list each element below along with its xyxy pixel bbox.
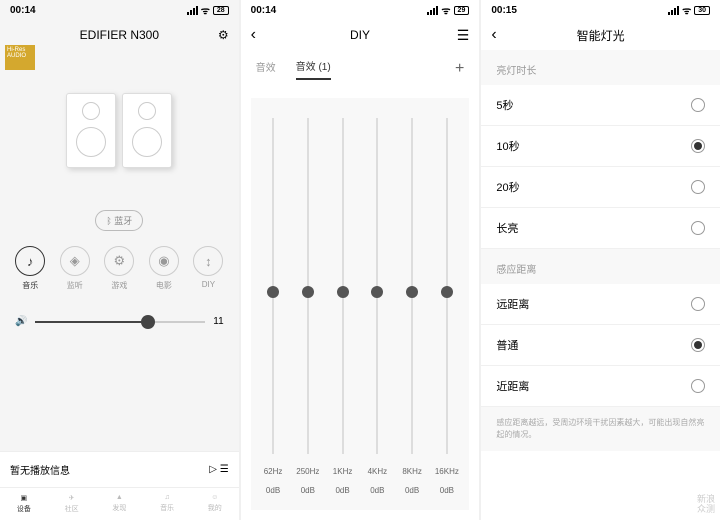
- eq-thumb[interactable]: [441, 286, 453, 298]
- tab-effect-1[interactable]: 音效 (1): [296, 58, 331, 80]
- mode-music[interactable]: ♪音乐: [15, 246, 45, 291]
- volume-value: 11: [213, 316, 223, 327]
- community-icon: ✈: [69, 494, 75, 502]
- signal-icon: [427, 6, 438, 15]
- status-bar: 00:14 ᯤ 29: [241, 0, 480, 20]
- volume-slider[interactable]: 🔊 11: [0, 306, 239, 337]
- status-bar: 00:14 ᯤ28: [0, 0, 239, 20]
- settings-icon[interactable]: ⚙: [218, 28, 229, 42]
- wifi-icon: ᯤ: [441, 3, 450, 17]
- battery-icon: 28: [213, 6, 229, 15]
- opt-far[interactable]: 远距离: [481, 284, 720, 325]
- now-playing[interactable]: 暂无播放信息 ▷ ☰: [0, 451, 239, 487]
- time: 00:14: [251, 5, 277, 16]
- signal-icon: [668, 6, 679, 15]
- battery-icon: 30: [694, 6, 710, 15]
- page-title: DIY: [350, 28, 370, 42]
- add-icon[interactable]: +: [455, 60, 464, 78]
- distance-note: 感应距离越远，受周边环境干扰因素越大，可能出现自然亮起的情况。: [481, 407, 720, 451]
- game-icon: ⚙: [104, 246, 134, 276]
- eq-band-16k[interactable]: 16KHz0dB: [432, 113, 462, 495]
- monitor-icon: ◈: [60, 246, 90, 276]
- header: EDIFIER N300 ⚙: [0, 20, 239, 50]
- eq-thumb[interactable]: [267, 286, 279, 298]
- eq-thumb[interactable]: [406, 286, 418, 298]
- watermark: 新浪众测: [697, 495, 715, 515]
- radio-icon[interactable]: [691, 180, 705, 194]
- device-title: EDIFIER N300: [80, 28, 159, 42]
- tab-music[interactable]: ♫音乐: [160, 494, 174, 514]
- opt-10s[interactable]: 10秒: [481, 126, 720, 167]
- device-icon: ▣: [21, 494, 28, 502]
- tab-effect[interactable]: 音效: [256, 59, 276, 79]
- person-icon: ☺: [211, 494, 218, 501]
- eq-band-8k[interactable]: 8KHz0dB: [397, 113, 427, 495]
- eq-thumb[interactable]: [337, 286, 349, 298]
- eq-band-250[interactable]: 250Hz0dB: [293, 113, 323, 495]
- playlist-icon[interactable]: ☰: [220, 464, 229, 475]
- status-bar: 00:15 ᯤ30: [481, 0, 720, 20]
- opt-5s[interactable]: 5秒: [481, 85, 720, 126]
- speaker-image: [0, 50, 239, 210]
- header: ‹ 智能灯光: [481, 20, 720, 50]
- wifi-icon: ᯤ: [682, 3, 691, 17]
- play-icon[interactable]: ▷: [209, 464, 217, 475]
- mode-monitor[interactable]: ◈监听: [60, 246, 90, 291]
- opt-near[interactable]: 近距离: [481, 366, 720, 407]
- volume-icon: 🔊: [15, 316, 27, 327]
- signal-icon: [187, 6, 198, 15]
- bluetooth-pill[interactable]: ᛒ 蓝牙: [95, 210, 143, 231]
- tab-me[interactable]: ☺我的: [208, 494, 222, 514]
- page-title: 智能灯光: [577, 27, 625, 44]
- radio-icon[interactable]: [691, 221, 705, 235]
- hires-badge: Hi-Res AUDIO: [5, 45, 35, 70]
- equalizer: 62Hz0dB 250Hz0dB 1KHz0dB 4KHz0dB 8KHz0dB…: [251, 98, 470, 510]
- eq-band-4k[interactable]: 4KHz0dB: [362, 113, 392, 495]
- tab-community[interactable]: ✈社区: [65, 494, 79, 514]
- tab-device[interactable]: ▣设备: [17, 494, 31, 514]
- tab-discover[interactable]: ▲发现: [112, 494, 126, 514]
- radio-icon[interactable]: [691, 297, 705, 311]
- eq-band-62[interactable]: 62Hz0dB: [258, 113, 288, 495]
- menu-icon[interactable]: ☰: [457, 27, 470, 44]
- movie-icon: ◉: [149, 246, 179, 276]
- battery-icon: 29: [454, 6, 470, 15]
- back-icon[interactable]: ‹: [491, 26, 496, 44]
- back-icon[interactable]: ‹: [251, 26, 256, 44]
- opt-always[interactable]: 长亮: [481, 208, 720, 249]
- diy-icon: ↕: [193, 246, 223, 276]
- sound-modes: ♪音乐 ◈监听 ⚙游戏 ◉电影 ↕DIY: [0, 231, 239, 306]
- diy-tabs: 音效 音效 (1) +: [241, 50, 480, 88]
- discover-icon: ▲: [116, 494, 123, 501]
- opt-20s[interactable]: 20秒: [481, 167, 720, 208]
- radio-icon[interactable]: [691, 139, 705, 153]
- eq-thumb[interactable]: [302, 286, 314, 298]
- mode-game[interactable]: ⚙游戏: [104, 246, 134, 291]
- radio-icon[interactable]: [691, 338, 705, 352]
- section-duration: 亮灯时长: [481, 50, 720, 85]
- section-distance: 感应距离: [481, 249, 720, 284]
- volume-thumb[interactable]: [141, 315, 155, 329]
- eq-thumb[interactable]: [371, 286, 383, 298]
- mode-diy[interactable]: ↕DIY: [193, 246, 223, 291]
- time: 00:15: [491, 5, 517, 16]
- opt-normal[interactable]: 普通: [481, 325, 720, 366]
- music-tab-icon: ♫: [164, 494, 169, 501]
- tab-bar: ▣设备 ✈社区 ▲发现 ♫音乐 ☺我的: [0, 487, 239, 520]
- radio-icon[interactable]: [691, 379, 705, 393]
- radio-icon[interactable]: [691, 98, 705, 112]
- time: 00:14: [10, 5, 36, 16]
- bluetooth-icon: ᛒ: [106, 216, 111, 226]
- header: ‹ DIY ☰: [241, 20, 480, 50]
- music-icon: ♪: [15, 246, 45, 276]
- mode-movie[interactable]: ◉电影: [149, 246, 179, 291]
- eq-band-1k[interactable]: 1KHz0dB: [328, 113, 358, 495]
- wifi-icon: ᯤ: [201, 3, 210, 17]
